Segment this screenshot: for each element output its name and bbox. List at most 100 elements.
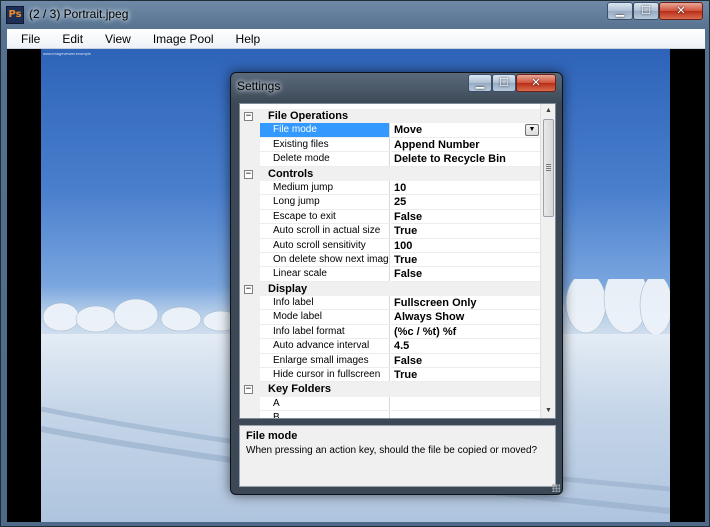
maximize-icon: ☐ [499, 76, 509, 89]
property-name[interactable]: File mode [260, 123, 390, 138]
property-row[interactable]: Delete mode Delete to Recycle Bin [240, 152, 541, 167]
property-value[interactable]: False [391, 267, 541, 282]
property-name[interactable]: Linear scale [260, 267, 390, 282]
caption-buttons: ▁ ☐ ✕ [607, 2, 703, 20]
row-gutter [240, 396, 260, 412]
property-value[interactable]: Delete to Recycle Bin [391, 152, 541, 167]
property-value[interactable] [391, 397, 541, 412]
property-value[interactable]: True [391, 224, 541, 239]
row-gutter [240, 339, 260, 354]
vertical-scrollbar[interactable]: ▲ ▼ [540, 104, 555, 418]
property-name[interactable]: Info label format [260, 324, 390, 340]
property-name[interactable]: Delete mode [260, 152, 390, 167]
property-value[interactable]: Append Number [391, 138, 541, 153]
collapse-icon[interactable]: − [244, 169, 253, 179]
property-row[interactable]: Auto scroll sensitivity 100 [240, 238, 541, 253]
title-bar[interactable]: Ps (2 / 3) Portrait.jpeg ▁ ☐ ✕ [1, 1, 709, 29]
row-gutter [240, 195, 260, 210]
property-row[interactable]: Info label format (%c / %t) %f [240, 324, 541, 340]
collapse-icon[interactable]: − [244, 112, 253, 121]
property-name[interactable]: Auto scroll sensitivity [260, 238, 390, 253]
property-name[interactable]: Medium jump [260, 180, 390, 196]
row-gutter [240, 267, 260, 282]
property-value[interactable]: Fullscreen Only [391, 296, 541, 311]
settings-close-button[interactable]: ✕ [516, 74, 556, 92]
property-row[interactable]: Info label Fullscreen Only [240, 296, 541, 311]
row-gutter [240, 353, 260, 369]
minimize-button[interactable]: ▁ [607, 2, 633, 20]
property-name[interactable]: Hide cursor in fullscreen [260, 368, 390, 383]
property-value[interactable]: (%c / %t) %f [391, 325, 541, 340]
scroll-down-icon[interactable]: ▼ [541, 404, 555, 418]
property-row[interactable]: Hide cursor in fullscreen True [240, 368, 541, 383]
menu-file[interactable]: File [7, 29, 48, 48]
close-icon: ✕ [531, 76, 541, 89]
dropdown-arrow-icon[interactable]: ▼ [525, 124, 539, 137]
property-name[interactable]: B [260, 411, 390, 418]
category-row[interactable]: − Controls [240, 166, 541, 181]
close-button[interactable]: ✕ [659, 2, 703, 20]
settings-minimize-button[interactable]: ▁ [468, 74, 492, 92]
row-gutter [240, 152, 260, 167]
property-name[interactable]: Long jump [260, 195, 390, 210]
property-name[interactable]: On delete show next image [260, 252, 390, 268]
close-icon: ✕ [676, 4, 686, 17]
property-name[interactable]: Escape to exit [260, 209, 390, 225]
property-name[interactable]: Info label [260, 296, 390, 311]
property-name[interactable]: Mode label [260, 310, 390, 325]
property-row[interactable]: Escape to exit False [240, 209, 541, 225]
row-gutter [240, 368, 260, 383]
category-row[interactable]: − File Operations [240, 109, 541, 124]
property-value[interactable]: False [391, 210, 541, 225]
property-name[interactable]: Auto advance interval [260, 339, 390, 354]
property-value-text: True [394, 253, 418, 266]
resize-grip-icon[interactable] [552, 484, 560, 492]
category-label: Display [268, 282, 308, 295]
property-row[interactable]: Auto advance interval 4.5 [240, 339, 541, 354]
property-row[interactable]: Mode label Always Show [240, 310, 541, 325]
property-row[interactable]: File mode Move ▼ [240, 123, 541, 138]
property-grid[interactable]: − File Operations File mode Move ▼ Existing f… [239, 103, 556, 419]
property-row[interactable]: Medium jump 10 [240, 180, 541, 196]
property-value[interactable]: 25 [391, 195, 541, 210]
property-value[interactable]: True [391, 368, 541, 383]
property-row[interactable]: Linear scale False [240, 267, 541, 282]
menu-edit[interactable]: Edit [48, 29, 91, 48]
property-name[interactable]: Existing files [260, 137, 390, 153]
scroll-up-icon[interactable]: ▲ [541, 104, 555, 118]
property-value[interactable]: False [391, 354, 541, 369]
property-row[interactable]: On delete show next image True [240, 252, 541, 268]
property-row[interactable]: Long jump 25 [240, 195, 541, 210]
row-gutter [240, 296, 260, 311]
menu-help[interactable]: Help [222, 29, 269, 48]
property-value[interactable] [391, 411, 541, 418]
row-gutter [240, 123, 260, 138]
collapse-icon[interactable]: − [244, 385, 253, 395]
menu-image-pool[interactable]: Image Pool [139, 29, 222, 48]
row-gutter [240, 209, 260, 225]
category-row[interactable]: − Display [240, 281, 541, 297]
property-name[interactable]: A [260, 396, 390, 412]
scroll-thumb[interactable] [543, 119, 554, 217]
property-row[interactable]: A [240, 396, 541, 412]
collapse-icon[interactable]: − [244, 284, 253, 294]
settings-dialog: Settings ▁ ☐ ✕ − File Operations File mode… [230, 72, 563, 495]
property-value[interactable]: Always Show [391, 310, 541, 325]
maximize-button[interactable]: ☐ [633, 2, 659, 20]
property-value[interactable]: 10 [391, 181, 541, 196]
category-row[interactable]: − Key Folders [240, 382, 541, 397]
property-name[interactable]: Enlarge small images [260, 353, 390, 369]
menu-view[interactable]: View [91, 29, 139, 48]
property-row[interactable]: B [240, 411, 541, 418]
property-value[interactable]: 4.5 [391, 339, 541, 354]
description-text: When pressing an action key, should the … [246, 445, 538, 456]
property-row[interactable]: Enlarge small images False [240, 353, 541, 369]
property-value[interactable]: 100 [391, 239, 541, 253]
property-value-text: Fullscreen Only [394, 297, 477, 310]
property-value[interactable]: Move ▼ [391, 123, 541, 138]
property-row[interactable]: Existing files Append Number [240, 137, 541, 153]
property-row[interactable]: Auto scroll in actual size True [240, 224, 541, 239]
settings-maximize-button[interactable]: ☐ [492, 74, 516, 92]
property-name[interactable]: Auto scroll in actual size [260, 224, 390, 239]
property-value[interactable]: True [391, 253, 541, 268]
